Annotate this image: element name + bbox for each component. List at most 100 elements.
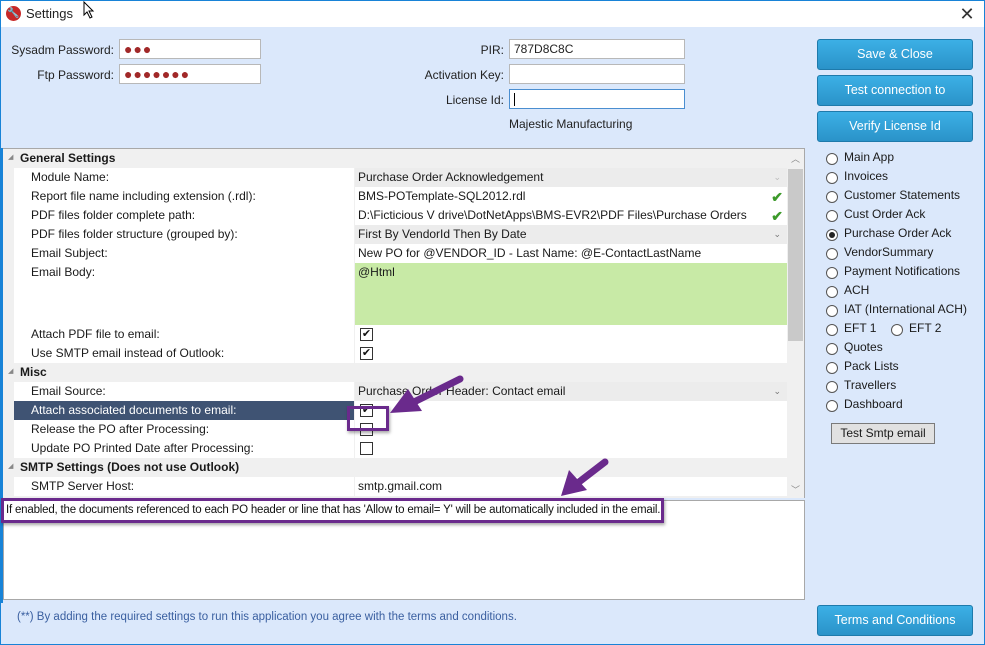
ftp-password-field[interactable]: ●●●●●●● — [119, 64, 261, 84]
activation-key-label: Activation Key: — [424, 68, 504, 82]
verify-license-button[interactable]: Verify License Id — [817, 111, 973, 142]
property-row-module-name[interactable]: Module Name: Purchase Order Acknowledgem… — [3, 168, 788, 187]
checkbox-checked[interactable]: ✔ — [360, 347, 373, 360]
property-value: ✔ — [355, 401, 787, 420]
property-description: If enabled, the documents referenced to … — [6, 504, 661, 516]
scroll-thumb[interactable] — [788, 169, 803, 341]
checkbox-unchecked[interactable] — [360, 442, 373, 455]
collapse-triangle-icon[interactable]: ◢ — [8, 153, 13, 161]
property-value[interactable]: @Html — [355, 263, 787, 325]
property-row-attach-associated-docs[interactable]: Attach associated documents to email: ✔ — [3, 401, 788, 420]
property-row-pdf-folder[interactable]: PDF files folder complete path: D:\Ficti… — [3, 206, 788, 225]
radio-circle — [826, 172, 838, 184]
radio-label: Cust Order Ack — [844, 207, 926, 221]
collapse-triangle-icon[interactable]: ◢ — [8, 367, 13, 375]
text-caret — [514, 93, 515, 107]
radio-label: Travellers — [844, 378, 897, 392]
category-general-settings[interactable]: ◢ General Settings — [3, 149, 788, 168]
property-row-email-subject[interactable]: Email Subject: New PO for @VENDOR_ID - L… — [3, 244, 788, 263]
radio-circle — [826, 362, 838, 374]
chevron-down-icon[interactable]: ⌄ — [773, 225, 781, 243]
radio-circle — [826, 324, 838, 336]
property-value[interactable]: Purchase Order Acknowledgement ⌄ — [355, 168, 787, 187]
activation-key-field[interactable] — [509, 64, 685, 84]
report-file-value: BMS-POTemplate-SQL2012.rdl — [358, 189, 526, 203]
property-label: Email Subject: — [14, 244, 354, 263]
radio-label: EFT 1 — [844, 321, 877, 335]
license-id-label: License Id: — [445, 93, 504, 107]
window-title: Settings — [26, 6, 73, 21]
property-row-email-body[interactable]: Email Body: @Html — [3, 263, 788, 325]
property-label: Release the PO after Processing: — [14, 420, 354, 439]
save-close-button[interactable]: Save & Close — [817, 39, 973, 70]
property-row-report-file[interactable]: Report file name including extension (.r… — [3, 187, 788, 206]
property-label: PDF files folder complete path: — [14, 206, 354, 225]
email-source-value: Purchase Order Header: Contact email — [358, 384, 566, 398]
radio-circle — [826, 381, 838, 393]
property-row-update-printed-date[interactable]: Update PO Printed Date after Processing: — [3, 439, 788, 458]
property-value[interactable]: Purchase Order Header: Contact email ⌄ — [355, 382, 787, 401]
property-label: Use SMTP email instead of Outlook: — [14, 344, 354, 363]
sysadm-password-field[interactable]: ●●● — [119, 39, 261, 59]
property-row-attach-pdf[interactable]: Attach PDF file to email: ✔ — [3, 325, 788, 344]
settings-window: 🔧 Settings ✕ Sysadm Password: ●●● Ftp Pa… — [0, 0, 985, 645]
property-row-folder-structure[interactable]: PDF files folder structure (grouped by):… — [3, 225, 788, 244]
test-smtp-email-button[interactable]: Test Smtp email — [831, 423, 935, 444]
property-value[interactable]: BMS-POTemplate-SQL2012.rdl ✔ — [355, 187, 787, 206]
property-row-email-source[interactable]: Email Source: Purchase Order Header: Con… — [3, 382, 788, 401]
category-smtp-settings[interactable]: ◢ SMTP Settings (Does not use Outlook) — [3, 458, 788, 477]
category-misc[interactable]: ◢ Misc — [3, 363, 788, 382]
radio-label: VendorSummary — [844, 245, 934, 259]
module-name-value: Purchase Order Acknowledgement — [358, 170, 544, 184]
sysadm-password-label: Sysadm Password: — [11, 43, 114, 57]
property-value[interactable]: First By VendorId Then By Date ⌄ — [355, 225, 787, 244]
test-db-connection-button[interactable]: Test connection to database — [817, 75, 973, 126]
radio-circle — [826, 267, 838, 279]
radio-circle-selected — [826, 229, 838, 241]
radio-label: Payment Notifications — [844, 264, 961, 278]
radio-circle — [826, 400, 838, 412]
close-icon[interactable]: ✕ — [956, 3, 978, 25]
property-label: Report file name including extension (.r… — [14, 187, 354, 206]
chevron-down-icon[interactable]: ⌄ — [773, 382, 781, 400]
collapse-triangle-icon[interactable]: ◢ — [8, 462, 13, 470]
scroll-down-icon[interactable]: ﹀ — [787, 482, 804, 498]
mouse-cursor-icon — [83, 1, 95, 19]
radio-label: IAT (International ACH) — [844, 302, 967, 316]
terms-conditions-button[interactable]: Terms and Conditions — [817, 605, 973, 636]
chevron-down-icon: ⌄ — [773, 172, 781, 182]
checkbox-unchecked[interactable] — [360, 423, 373, 436]
checkbox-checked[interactable]: ✔ — [360, 328, 373, 341]
radio-circle — [826, 210, 838, 222]
radio-circle — [826, 248, 838, 260]
property-value[interactable]: New PO for @VENDOR_ID - Last Name: @E-Co… — [355, 244, 787, 263]
valid-check-icon: ✔ — [771, 189, 783, 205]
pdf-folder-value: D:\Ficticious V drive\DotNetApps\BMS-EVR… — [358, 208, 747, 222]
checkbox-checked[interactable]: ✔ — [360, 404, 373, 417]
pir-field[interactable]: 787D8C8C — [509, 39, 685, 59]
wrench-icon: 🔧 — [6, 6, 21, 21]
pir-label: PIR: — [480, 43, 504, 57]
radio-circle — [826, 343, 838, 355]
property-row-use-smtp[interactable]: Use SMTP email instead of Outlook: ✔ — [3, 344, 788, 363]
property-value[interactable]: D:\Ficticious V drive\DotNetApps\BMS-EVR… — [355, 206, 787, 225]
terms-note: (**) By adding the required settings to … — [17, 611, 517, 623]
property-value[interactable]: smtp.gmail.com — [355, 477, 787, 496]
property-label: Attach associated documents to email: — [14, 401, 354, 420]
valid-check-icon: ✔ — [771, 208, 783, 224]
property-description-panel: If enabled, the documents referenced to … — [3, 500, 805, 600]
scroll-up-icon[interactable]: ︿ — [787, 151, 804, 168]
radio-label: Invoices — [844, 169, 889, 183]
property-row-smtp-host[interactable]: SMTP Server Host: smtp.gmail.com — [3, 477, 788, 496]
category-label: Misc — [20, 365, 47, 379]
property-value: ✔ — [355, 325, 787, 344]
property-row-release-po[interactable]: Release the PO after Processing: — [3, 420, 788, 439]
radio-label: Quotes — [844, 340, 883, 354]
radio-circle — [826, 191, 838, 203]
vertical-scrollbar[interactable]: ︿ ﹀ — [787, 149, 804, 498]
company-name: Majestic Manufacturing — [509, 117, 633, 131]
property-label: Module Name: — [14, 168, 354, 187]
title-bar: 🔧 Settings ✕ — [1, 1, 984, 27]
category-label: SMTP Settings (Does not use Outlook) — [20, 460, 240, 474]
license-id-field[interactable] — [509, 89, 685, 109]
